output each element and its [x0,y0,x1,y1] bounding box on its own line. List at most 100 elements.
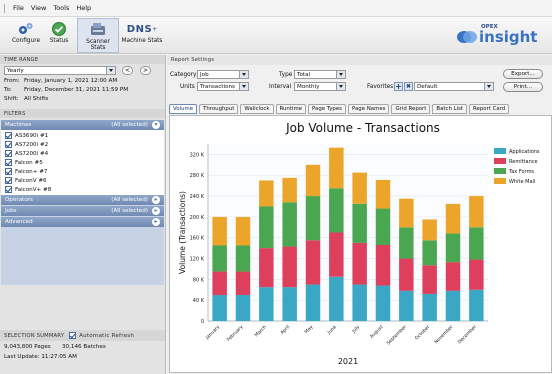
bar-segment [445,233,461,263]
expand-icon[interactable]: ▸ [152,207,160,215]
chevron-down-icon [106,67,115,74]
bar-segment [375,208,391,245]
time-range-header: TIME RANGE [0,55,165,64]
bar-segment [259,287,274,321]
time-range-select[interactable]: Yearly [4,66,116,75]
shift-row: Shift: All Shifts [4,95,49,102]
machine-checkbox[interactable]: Falcon #5 [1,158,164,167]
legend-label: Remittance [509,159,538,165]
units-select[interactable]: Transactions [197,82,249,91]
y-tick-label: 120 K [190,257,205,263]
bar-segment [282,246,297,288]
tab-page-types[interactable]: Page Types [308,104,346,114]
machine-checkbox[interactable]: FalconV #6 [1,176,164,185]
machine-stats-button[interactable]: DNS + Machine Stats [121,20,163,45]
bar-segment [259,248,274,288]
last-update: Last Update: 11:27:05 AM [4,354,77,360]
tab-page-names[interactable]: Page Names [347,104,390,114]
export-button[interactable]: Export... [503,69,543,79]
bar-segment [259,180,274,207]
menu-view[interactable]: View [31,4,46,12]
machine-checkbox[interactable]: Falcon+ #7 [1,167,164,176]
type-select[interactable]: Total [294,70,346,79]
machine-stats-icon: DNS + [126,23,158,35]
bar-segment [212,294,227,321]
add-favorite-button[interactable]: + [394,82,403,91]
tab-batch-list[interactable]: Batch List [432,104,468,114]
type-label: Type [279,72,293,78]
bar-segment [469,259,484,290]
machine-checkbox[interactable]: AS3690i #1 [1,131,164,140]
bar-segment [375,285,391,321]
next-range-button[interactable]: > [140,66,151,75]
tab-report-card[interactable]: Report Card [469,104,510,114]
expand-icon[interactable]: ▸ [152,218,160,226]
bar-segment [352,284,367,321]
machines-list: AS3690i #1 AS7200i #2 AS7200i #4 Falcon … [1,130,164,195]
report-tabs: Volume Throughput Wallclock Runtime Page… [169,104,510,115]
expand-icon[interactable]: ▸ [152,196,160,204]
x-axis-label: 2021 [338,357,358,366]
time-range-controls: Yearly < > [0,64,165,76]
y-tick-label: 280 K [190,173,205,179]
bar-segment [259,206,274,249]
menu-help[interactable]: Help [76,4,91,12]
print-button[interactable]: Print... [503,82,543,92]
checkbox-icon [5,150,12,157]
menu-tools[interactable]: Tools [53,4,69,12]
units-label: Units [180,84,195,90]
bar-segment [352,172,367,204]
menu-bar: File View Tools Help [0,0,552,17]
bar-segment [305,164,321,197]
tab-runtime[interactable]: Runtime [275,104,307,114]
tab-grid-report[interactable]: Grid Report [391,104,431,114]
x-tick-label: July [350,324,361,335]
menu-grip [4,3,6,13]
filters-header: FILTERS [0,109,165,118]
machine-checkbox[interactable]: AS7200i #2 [1,140,164,149]
operators-summary: (All selected) [111,197,148,203]
y-tick-label: 200 K [190,215,205,221]
previous-range-button[interactable]: < [122,66,133,75]
x-tick-label: January [204,324,221,341]
tab-throughput[interactable]: Throughput [199,104,239,114]
tab-wallclock[interactable]: Wallclock [240,104,274,114]
legend-label: White Mail [509,179,535,185]
operators-group[interactable]: Operators (All selected) ▸ [1,195,164,205]
machine-checkbox[interactable]: FalconV+ #8 [1,185,164,194]
jobs-group[interactable]: Jobs (All selected) ▸ [1,206,164,216]
chevron-down-icon [336,83,345,90]
tab-volume[interactable]: Volume [169,104,198,114]
menu-file[interactable]: File [13,4,24,12]
bar-segment [399,198,414,228]
bar-segment [469,289,484,321]
bar-segment [212,216,227,246]
filters-panel: Machines (All selected) ▾ AS3690i #1 AS7… [1,120,164,285]
status-button[interactable]: Status [46,20,72,44]
machine-checkbox[interactable]: AS7200i #4 [1,149,164,158]
configure-button[interactable]: Configure [8,20,44,44]
bar-segment [399,258,414,291]
advanced-group[interactable]: Advanced ▸ [1,217,164,227]
x-tick-label: May [303,324,314,335]
favorites-select[interactable]: Default [414,82,494,91]
bar-segment [282,177,297,203]
x-tick-label: November [433,324,454,345]
bar-segment [305,196,321,241]
collapse-icon[interactable]: ▾ [152,121,160,129]
scanner-stats-button[interactable]: Scanner Stats [77,18,119,53]
category-select[interactable]: Job [197,70,249,79]
x-tick-label: April [279,324,291,336]
automatic-refresh-checkbox[interactable]: Automatic Refresh [64,331,134,340]
remove-favorite-button[interactable]: ✖ [404,82,413,91]
machines-group[interactable]: Machines (All selected) ▾ [1,120,164,130]
opex-insight-logo: OPEX insight [446,23,546,49]
checkbox-icon [5,141,12,148]
interval-select[interactable]: Monthly [294,82,346,91]
checkbox-icon [5,177,12,184]
bar-segment [422,219,437,241]
bar-segment [235,216,251,246]
bar-segment [329,147,344,189]
chart-title: Job Volume - Transactions [285,121,440,135]
bar-segment [329,276,344,321]
